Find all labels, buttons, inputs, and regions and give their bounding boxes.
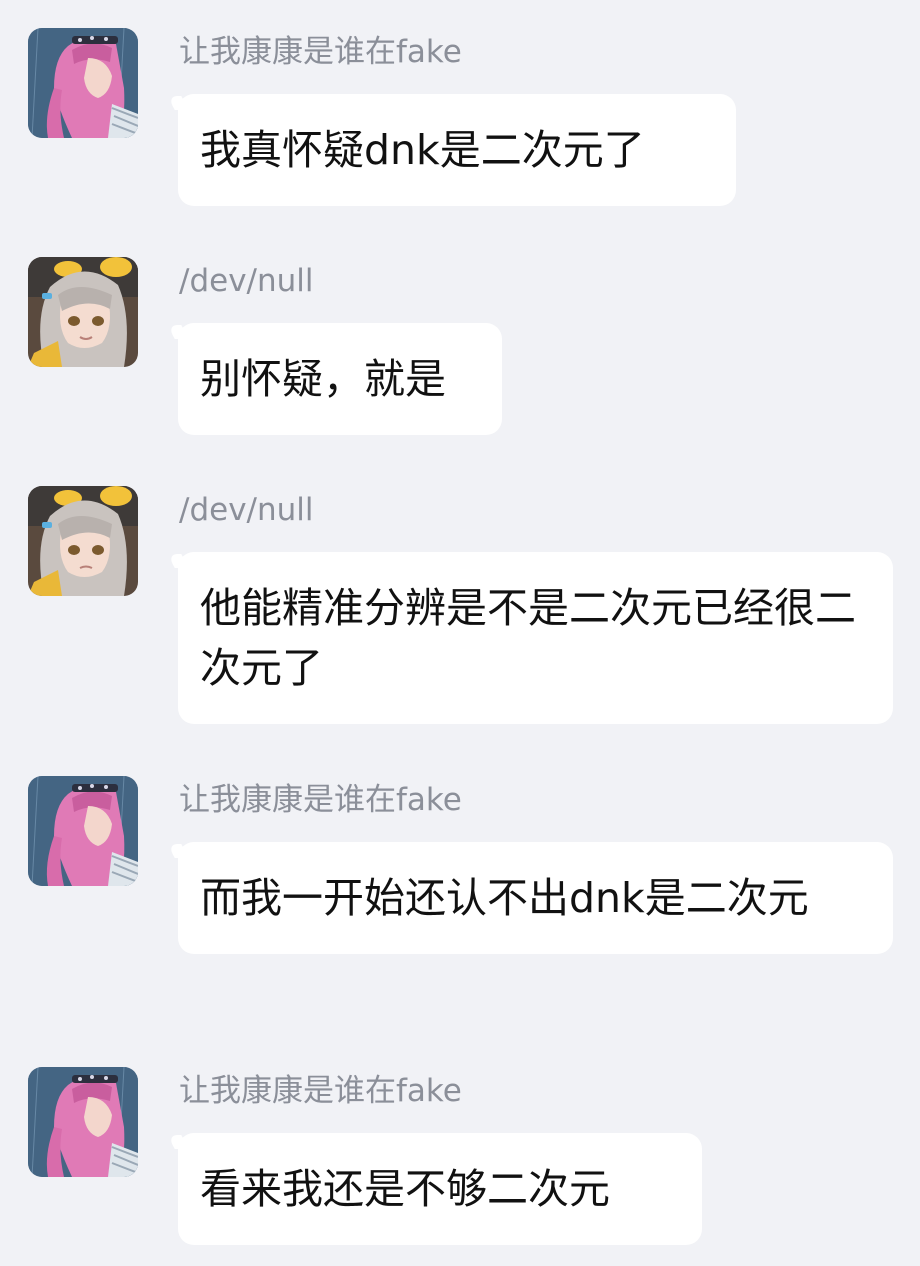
message-bubble[interactable]: 看来我还是不够二次元 [178, 1133, 702, 1245]
message-bubble[interactable]: 他能精准分辨是不是二次元已经很二次元了 [178, 552, 893, 724]
message-bubble[interactable]: 别怀疑，就是 [178, 323, 502, 435]
sender-name: 让我康康是谁在fake [179, 1073, 462, 1109]
sender-name: 让我康康是谁在fake [179, 34, 462, 70]
silver-hair-avatar-icon[interactable] [28, 257, 138, 367]
sender-name: /dev/null [179, 492, 314, 528]
pink-hair-avatar-icon[interactable] [28, 1067, 138, 1177]
silver-hair-avatar-icon[interactable] [28, 486, 138, 596]
message-bubble[interactable]: 而我一开始还认不出dnk是二次元 [178, 842, 893, 954]
pink-hair-avatar-icon[interactable] [28, 28, 138, 138]
pink-hair-avatar-icon[interactable] [28, 776, 138, 886]
message-bubble[interactable]: 我真怀疑dnk是二次元了 [178, 94, 736, 206]
sender-name: 让我康康是谁在fake [179, 782, 462, 818]
sender-name: /dev/null [179, 263, 314, 299]
